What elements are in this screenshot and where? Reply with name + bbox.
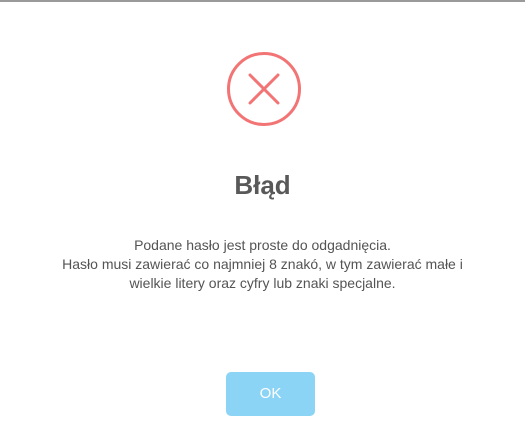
ok-button[interactable]: OK bbox=[226, 372, 315, 416]
dialog-title: Błąd bbox=[234, 170, 291, 200]
dialog-message: Podane hasło jest proste do odgadnięcia.… bbox=[40, 236, 485, 293]
message-line: wielkie litery oraz cyfry lub znaki spec… bbox=[129, 275, 396, 291]
message-line: Podane hasło jest proste do odgadnięcia. bbox=[134, 237, 391, 253]
message-line: Hasło musi zawierać co najmniej 8 znakó,… bbox=[62, 256, 463, 272]
error-dialog: Błąd Podane hasło jest proste do odgadni… bbox=[0, 0, 525, 424]
error-x-icon bbox=[226, 51, 302, 127]
